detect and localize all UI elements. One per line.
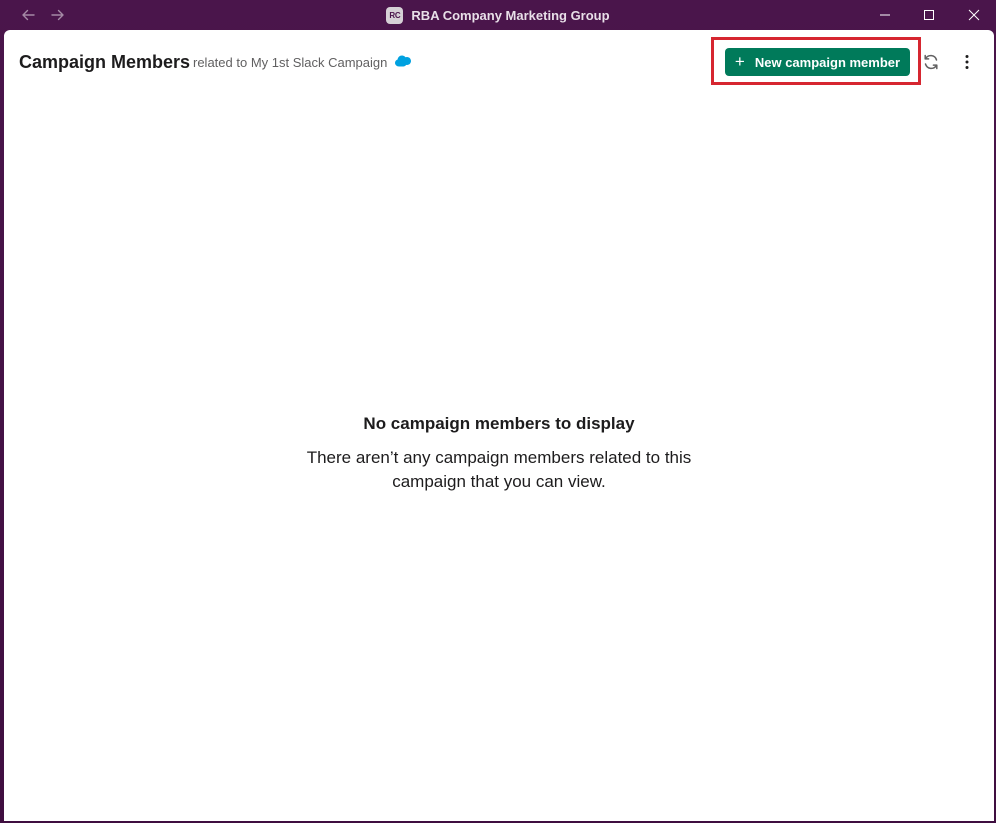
maximize-button[interactable] <box>906 0 952 30</box>
arrow-left-icon <box>22 9 35 21</box>
close-icon <box>968 9 980 21</box>
new-campaign-member-button[interactable]: + New campaign member <box>725 48 910 76</box>
more-options-button[interactable] <box>955 50 979 74</box>
list-header: Campaign Members related to My 1st Slack… <box>4 30 994 94</box>
title-bar: RC RBA Company Marketing Group <box>0 0 996 30</box>
refresh-icon <box>924 54 938 70</box>
close-window-button[interactable] <box>951 0 996 30</box>
more-vertical-icon <box>965 55 969 69</box>
refresh-button[interactable] <box>919 50 943 74</box>
related-campaign-text: related to My 1st Slack Campaign <box>193 55 388 70</box>
plus-icon: + <box>734 51 745 71</box>
app-window: RC RBA Company Marketing Group Campaign … <box>0 0 996 823</box>
forward-button[interactable] <box>48 5 68 25</box>
new-campaign-member-label: New campaign member <box>754 54 901 70</box>
page-title: Campaign Members <box>19 52 191 72</box>
empty-state: No campaign members to display There are… <box>4 414 994 494</box>
back-button[interactable] <box>18 5 38 25</box>
window-title-group: RC RBA Company Marketing Group <box>0 0 996 30</box>
arrow-right-icon <box>51 9 64 21</box>
content-panel: Campaign Members related to My 1st Slack… <box>4 30 994 821</box>
workspace-badge: RC <box>386 6 404 24</box>
minimize-button[interactable] <box>862 0 908 30</box>
window-title: RBA Company Marketing Group <box>411 7 610 23</box>
maximize-icon <box>924 10 934 20</box>
empty-state-title: No campaign members to display <box>363 414 635 433</box>
minimize-icon <box>880 14 890 16</box>
salesforce-cloud-icon <box>395 55 411 67</box>
empty-state-description: There aren’t any campaign members relate… <box>306 448 692 491</box>
